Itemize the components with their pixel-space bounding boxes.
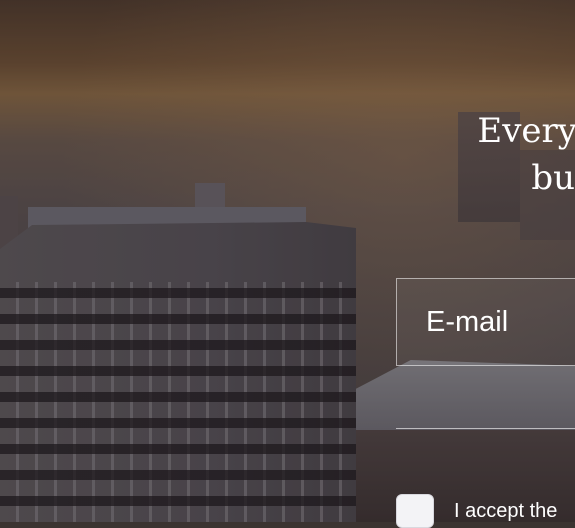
headline-line-1: Every bbox=[477, 111, 575, 151]
consent-row: I accept the bbox=[396, 494, 558, 528]
form-divider bbox=[396, 428, 575, 429]
headline-line-2: bu bbox=[531, 158, 575, 198]
hero-headline: Every bu bbox=[277, 108, 575, 202]
hero-background bbox=[0, 0, 575, 522]
hero-overlay bbox=[0, 0, 575, 522]
consent-checkbox[interactable] bbox=[396, 494, 434, 528]
email-input[interactable] bbox=[396, 278, 575, 366]
consent-label: I accept the bbox=[454, 500, 558, 522]
